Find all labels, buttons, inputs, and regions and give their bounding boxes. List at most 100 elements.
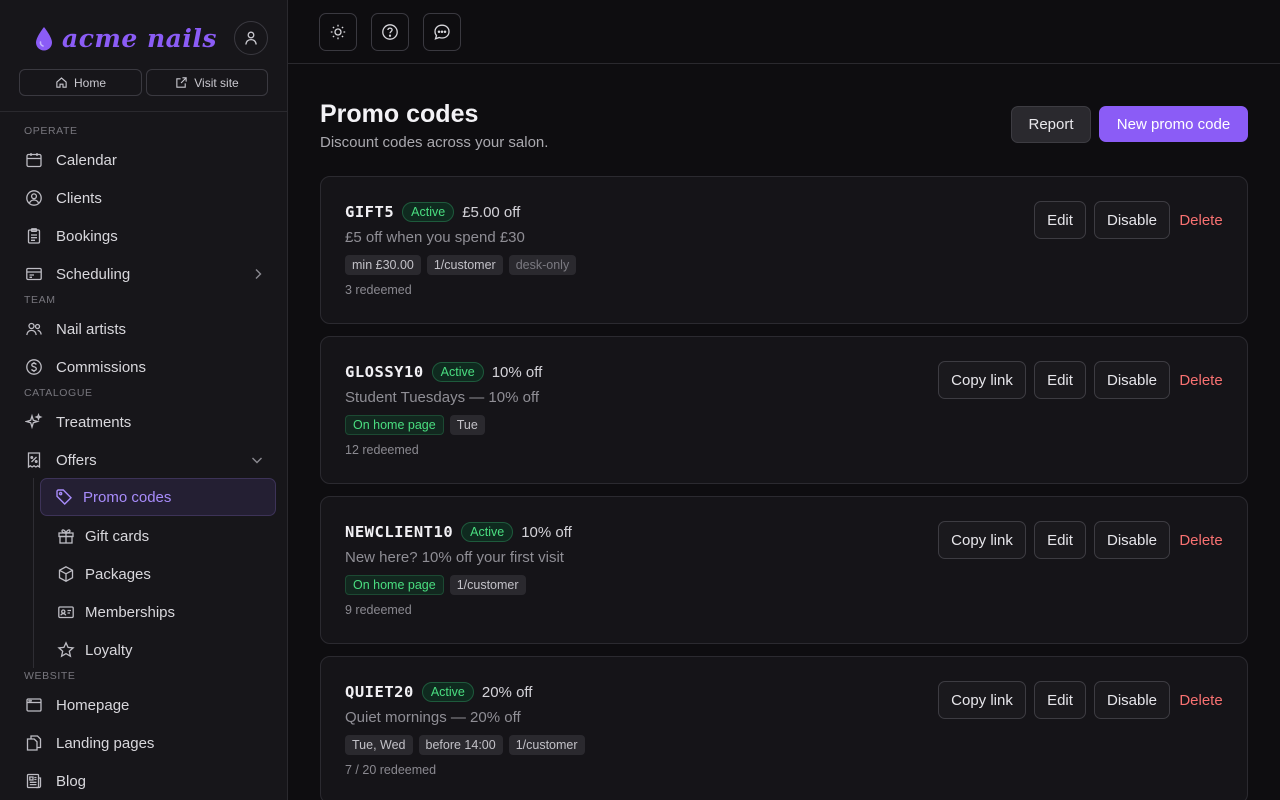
promo-tag: On home page [345,415,444,435]
sidebar-item-label: Landing pages [56,734,155,752]
disable-button[interactable]: Disable [1094,521,1170,559]
receipt-percent-icon [24,450,44,470]
sidebar-item-offers[interactable]: Offers [24,445,264,475]
clipboard-icon [24,226,44,246]
copy-link-button[interactable]: Copy link [938,361,1026,399]
tag-icon [54,487,74,507]
promo-tag: 1/customer [508,735,585,755]
promo-tags: On home page Tue [345,415,485,435]
promo-discount: 20% off [481,683,533,701]
brand-logo[interactable]: acme nails [34,24,217,53]
section-label-catalogue: CATALOGUE [24,387,93,399]
promo-redeemed-count: 12 redeemed [345,443,419,457]
sidebar: acme nails Home Visit site OPERATE Calen… [0,0,288,800]
edit-button[interactable]: Edit [1034,521,1086,559]
edit-button[interactable]: Edit [1034,681,1086,719]
promo-description: Quiet mornings — 20% off [345,709,521,726]
promo-header: NEWCLIENT10 Active 10% off [345,522,572,542]
status-badge: Active [421,682,474,702]
sidebar-item-memberships[interactable]: Memberships [56,597,175,627]
user-circle-icon [24,188,44,208]
page-subtitle: Discount codes across your salon. [320,134,549,151]
promo-discount: 10% off [521,523,572,541]
chevron-down-icon [250,453,264,471]
promo-header: QUIET20 Active 20% off [345,682,532,702]
sidebar-item-treatments[interactable]: Treatments [24,407,264,437]
sidebar-item-promo-codes[interactable]: Promo codes [40,478,276,516]
promo-discount: 10% off [491,363,543,381]
droplet-icon [36,26,52,50]
sidebar-item-label: Nail artists [56,320,127,338]
disable-button[interactable]: Disable [1094,681,1170,719]
promo-tag: Tue, Wed [345,735,413,755]
promo-tag: desk-only [508,255,577,275]
calendar-icon [24,150,44,170]
star-icon [56,640,76,660]
sidebar-item-packages[interactable]: Packages [56,559,151,589]
sidebar-item-label: Packages [85,565,151,583]
promo-redeemed-count: 7 / 20 redeemed [345,763,437,777]
chevron-right-icon [252,267,264,285]
promo-description: New here? 10% off your first visit [345,549,564,566]
account-button[interactable] [234,21,268,55]
gift-icon [56,526,76,546]
newspaper-icon [24,771,44,791]
theme-toggle-button[interactable] [319,13,357,51]
sidebar-item-label: Commissions [56,358,147,376]
sidebar-item-gift-cards[interactable]: Gift cards [56,521,149,551]
cube-icon [56,564,76,584]
promo-tags: min £30.00 1/customer desk-only [345,255,577,275]
users-icon [24,319,44,339]
sidebar-item-label: Clients [56,189,102,207]
sidebar-item-bookings[interactable]: Bookings [24,221,264,251]
copy-link-button[interactable]: Copy link [938,521,1026,559]
promo-card: GLOSSY10 Active 10% off Student Tuesdays… [320,336,1248,484]
new-promo-code-button[interactable]: New promo code [1099,106,1248,142]
sidebar-item-scheduling[interactable]: Scheduling [24,259,264,289]
sidebar-item-label: Homepage [56,696,130,714]
sidebar-item-loyalty[interactable]: Loyalty [56,635,133,665]
delete-button[interactable]: Delete [1178,521,1224,559]
promo-description: Student Tuesdays — 10% off [345,389,540,406]
promo-tags: Tue, Wed before 14:00 1/customer [345,735,585,755]
status-badge: Active [431,362,484,382]
delete-button[interactable]: Delete [1178,681,1224,719]
sidebar-item-label: Scheduling [56,265,131,283]
edit-button[interactable]: Edit [1034,201,1086,239]
delete-button[interactable]: Delete [1178,201,1224,239]
sidebar-item-clients[interactable]: Clients [24,183,264,213]
promo-code: GIFT5 [345,203,395,221]
topbar [288,0,1280,64]
promo-header: GLOSSY10 Active 10% off [345,362,542,382]
disable-button[interactable]: Disable [1094,361,1170,399]
chat-bubble-icon [434,24,450,40]
report-button[interactable]: Report [1011,106,1091,143]
question-circle-icon [382,24,398,40]
promo-tag: Tue [449,415,485,435]
section-label-team: TEAM [24,294,56,306]
sidebar-item-landing-pages[interactable]: Landing pages [24,728,264,758]
promo-tag: before 14:00 [418,735,503,755]
home-link-label: Home [73,75,106,90]
status-badge: Active [461,522,514,542]
copy-link-button[interactable]: Copy link [938,681,1026,719]
promo-card: QUIET20 Active 20% off Quiet mornings — … [320,656,1248,800]
visit-site-button[interactable]: Visit site [146,69,268,96]
sidebar-item-commissions[interactable]: Commissions [24,352,264,382]
documents-icon [24,733,44,753]
promo-redeemed-count: 3 redeemed [345,283,412,297]
sidebar-item-nail-artists[interactable]: Nail artists [24,314,264,344]
promo-code: QUIET20 [345,683,414,701]
sidebar-item-label: Blog [56,772,87,790]
home-link-button[interactable]: Home [19,69,142,96]
sidebar-item-blog[interactable]: Blog [24,766,264,796]
sidebar-item-calendar[interactable]: Calendar [24,145,264,175]
sidebar-item-homepage[interactable]: Homepage [24,690,264,720]
help-button[interactable] [371,13,409,51]
membership-card-icon [56,602,76,622]
delete-button[interactable]: Delete [1178,361,1224,399]
disable-button[interactable]: Disable [1094,201,1170,239]
promo-tags: On home page 1/customer [345,575,526,595]
chat-button[interactable] [423,13,461,51]
edit-button[interactable]: Edit [1034,361,1086,399]
